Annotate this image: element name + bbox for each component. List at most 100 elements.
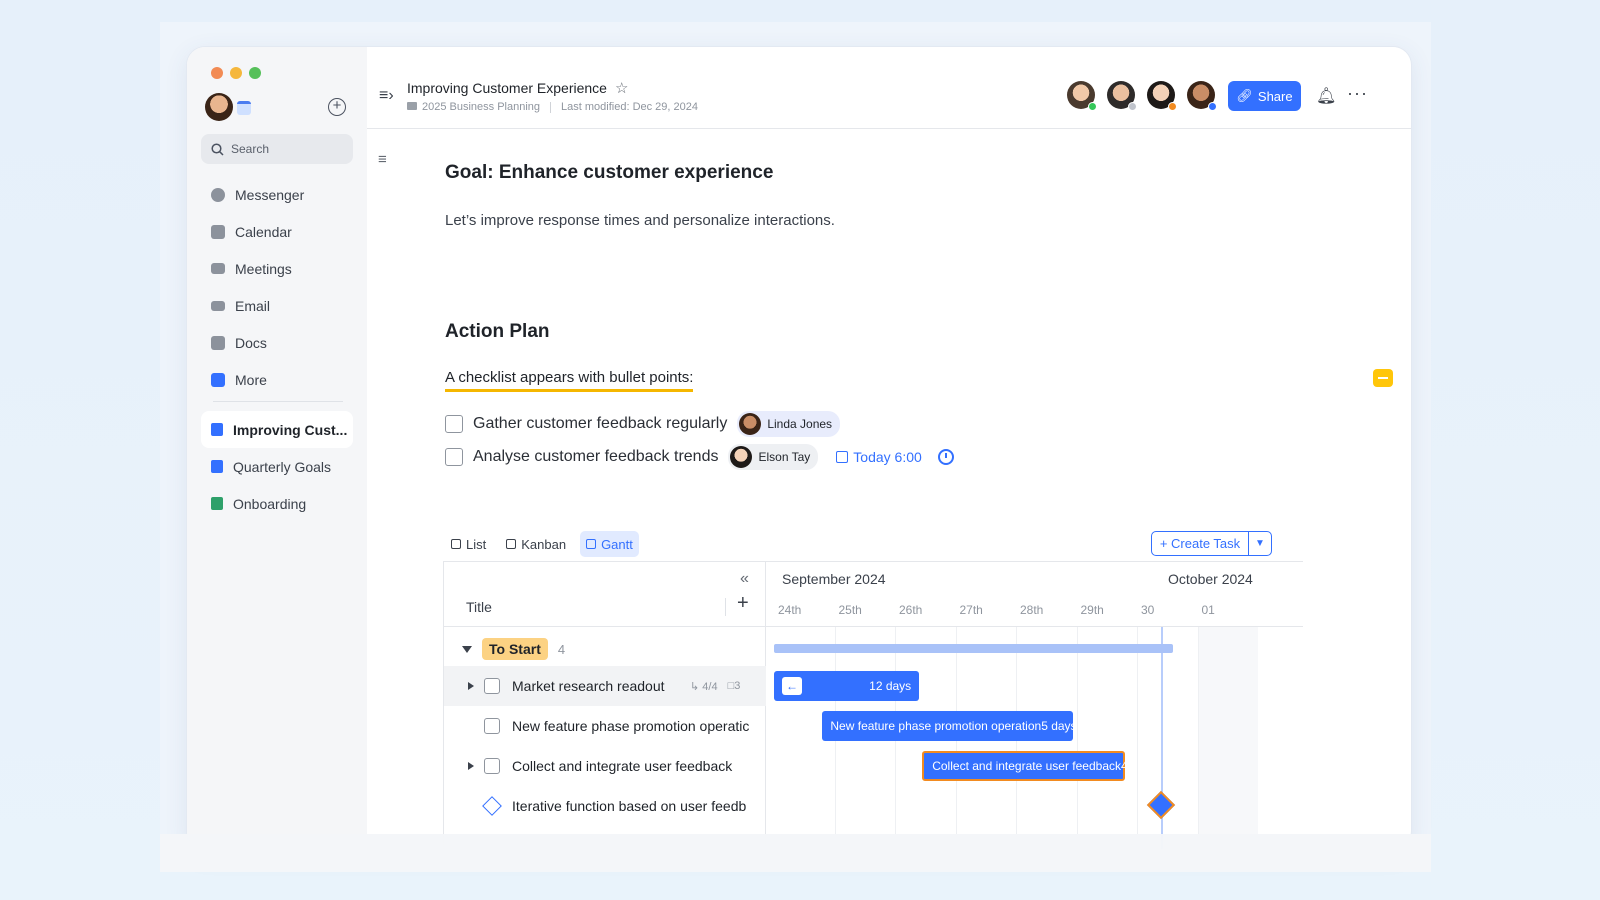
doc-item-quarterly-goals[interactable]: Quarterly Goals: [201, 448, 353, 485]
assignee-name: Elson Tay: [758, 450, 811, 464]
caret-right-icon[interactable]: [468, 762, 474, 770]
day-gridline: [1197, 627, 1199, 849]
due-date[interactable]: Today 6:00: [836, 449, 922, 465]
task-checkbox[interactable]: [484, 678, 500, 694]
doc-item-improving-customer[interactable]: Improving Cust...: [201, 411, 353, 448]
grid-more-icon: [211, 372, 225, 387]
sidebar-item-more[interactable]: More: [201, 361, 353, 398]
task-row[interactable]: Collect and integrate user feedback: [444, 746, 766, 786]
last-modified: Last modified: Dec 29, 2024: [561, 101, 699, 113]
task-bar[interactable]: ← 12 days: [774, 671, 920, 701]
search-placeholder: Search: [231, 142, 270, 156]
collaborator-avatar[interactable]: [1067, 81, 1097, 111]
task-row[interactable]: Iterative function based on user feedb: [444, 786, 766, 826]
add-icon[interactable]: +: [328, 98, 346, 116]
folder-icon: [407, 102, 417, 110]
gantt-timeline: September 2024 October 2024 24th 25th 26th…: [766, 562, 1303, 849]
tab-kanban[interactable]: Kanban: [500, 531, 572, 557]
maximize-window-button[interactable]: [249, 67, 261, 79]
doc-title-text: Improving Customer Experience: [407, 80, 607, 96]
calendar-icon: [836, 451, 849, 463]
collaborators: [1067, 81, 1217, 111]
doc-title: Improving Customer Experience ☆: [407, 79, 628, 97]
sidebar-item-label: Calendar: [235, 223, 292, 240]
create-task-label: + Create Task: [1152, 532, 1249, 555]
collapse-panel-icon[interactable]: «: [740, 570, 749, 588]
group-count: 4: [557, 641, 566, 657]
doc-icon: [211, 497, 223, 510]
task-row[interactable]: New feature phase promotion operatic: [444, 706, 766, 746]
day-gridline: [1137, 627, 1138, 849]
close-window-button[interactable]: [211, 67, 223, 79]
milestone-marker[interactable]: [1147, 790, 1176, 820]
breadcrumb: 2025 Business Planning Last modified: De…: [407, 101, 698, 113]
star-icon[interactable]: ☆: [615, 79, 628, 97]
chat-bubbles-icon: [211, 187, 225, 202]
checklist-item: Analyse customer feedback trends Elson T…: [445, 444, 954, 470]
task-checkbox[interactable]: [484, 758, 500, 774]
tab-gantt[interactable]: Gantt: [580, 531, 639, 557]
collaborator-avatar[interactable]: [1147, 81, 1177, 111]
comment-icon[interactable]: [1373, 369, 1393, 387]
add-column-icon[interactable]: +: [737, 592, 749, 615]
milestone-icon: [482, 796, 502, 816]
task-bar-label: New feature phase promotion operation: [830, 719, 1042, 733]
sidebar-toggle-icon[interactable]: ≡›: [379, 87, 394, 105]
doc-item-onboarding[interactable]: Onboarding: [201, 485, 353, 522]
task-title: Market research readout: [512, 678, 665, 694]
sidebar-item-label: Meetings: [235, 260, 292, 277]
sidebar-item-meetings[interactable]: Meetings: [201, 250, 353, 287]
minimize-window-button[interactable]: [230, 67, 242, 79]
day-label: 01: [1201, 603, 1215, 617]
gantt-task-list: « Title + To Start 4 Market research rea…: [444, 562, 766, 849]
screenshot-frame: + Search Messenger Calendar Meetings Ema…: [160, 22, 1431, 872]
sidebar: + Search Messenger Calendar Meetings Ema…: [187, 47, 367, 849]
sidebar-divider: [213, 401, 343, 402]
goal-heading: Goal: Enhance customer experience: [445, 162, 774, 183]
sidebar-item-calendar[interactable]: Calendar: [201, 213, 353, 250]
sidebar-item-messenger[interactable]: Messenger: [201, 176, 353, 213]
checkbox[interactable]: [445, 448, 463, 466]
tab-label: List: [466, 536, 487, 552]
action-plan-heading: Action Plan: [445, 321, 550, 342]
caret-down-icon[interactable]: [462, 645, 472, 653]
tab-list[interactable]: List: [445, 531, 492, 557]
chevron-down-icon[interactable]: ▼: [1249, 538, 1271, 549]
subtask-icon: ↳: [690, 680, 700, 693]
gantt-chart: September 2024 October 2024 24th 25th 26th…: [443, 561, 1303, 849]
assignee-mention[interactable]: Elson Tay: [728, 444, 819, 470]
task-row[interactable]: Market research readout ↳ 4/4 □3: [444, 666, 766, 706]
title-column-header: Title: [466, 599, 492, 615]
day-label: 29th: [1080, 603, 1104, 617]
list-icon: [451, 539, 461, 549]
bell-icon[interactable]: 🔔︎: [1316, 86, 1336, 106]
checkbox[interactable]: [445, 415, 463, 433]
task-title: New feature phase promotion operatic: [512, 718, 750, 734]
collaborator-avatar[interactable]: [1107, 81, 1137, 111]
search-input[interactable]: Search: [201, 134, 353, 164]
task-bar[interactable]: Collect and integrate user feedback 4 day…: [922, 751, 1156, 781]
user-avatar[interactable]: [205, 93, 233, 121]
more-options-icon[interactable]: ···: [1347, 83, 1368, 104]
caret-right-icon[interactable]: [468, 682, 474, 690]
group-header[interactable]: To Start 4: [444, 634, 766, 664]
collaborator-avatar[interactable]: [1187, 81, 1217, 111]
create-task-button[interactable]: + Create Task ▼: [1151, 531, 1272, 556]
share-button[interactable]: 🔗︎ Share: [1228, 81, 1301, 111]
sidebar-item-label: Messenger: [235, 186, 305, 203]
presence-dot: [1168, 102, 1177, 111]
weekend-column: [1197, 627, 1258, 849]
sidebar-item-docs[interactable]: Docs: [201, 324, 353, 361]
sidebar-item-label: Email: [235, 297, 271, 314]
breadcrumb-folder[interactable]: 2025 Business Planning: [407, 101, 540, 113]
arrow-left-icon[interactable]: ←: [782, 677, 802, 695]
task-checkbox[interactable]: [484, 718, 500, 734]
sidebar-item-email[interactable]: Email: [201, 287, 353, 324]
alarm-clock-icon[interactable]: [937, 449, 954, 465]
sidebar-item-label: Docs: [235, 334, 267, 351]
document-icon: [211, 335, 225, 350]
outline-icon[interactable]: ≡: [378, 151, 387, 168]
task-bar[interactable]: New feature phase promotion operation 5 d…: [822, 711, 1077, 741]
assignee-mention[interactable]: Linda Jones: [737, 411, 841, 437]
day-label: 28th: [1020, 603, 1044, 617]
